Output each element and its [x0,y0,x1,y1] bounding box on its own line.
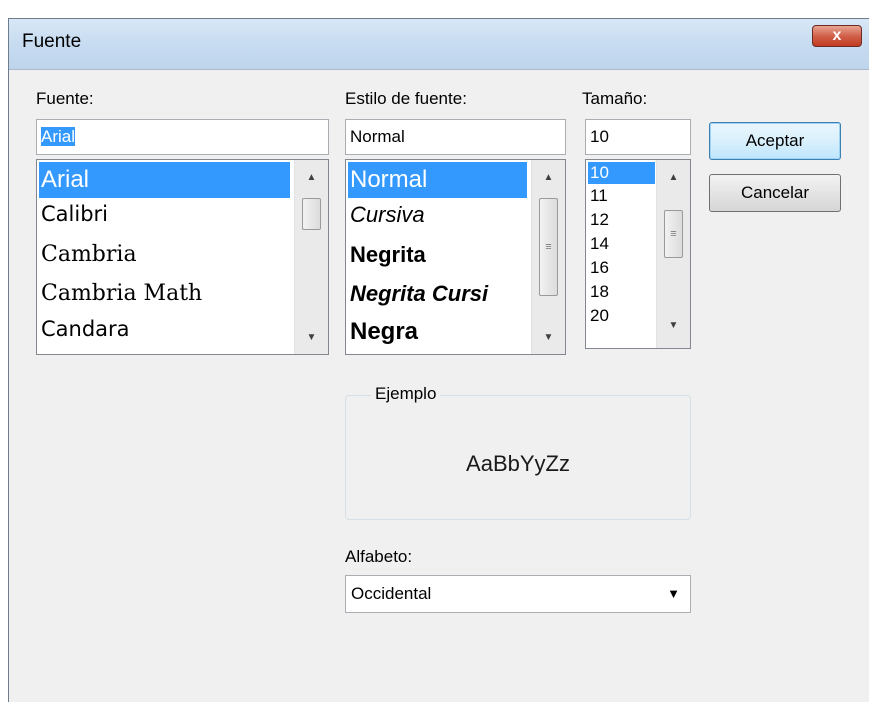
font-input[interactable]: Arial [36,119,329,155]
font-dialog: Fuente x Fuente: Arial Arial Calibri Cam… [8,18,869,702]
style-input[interactable]: Normal [345,119,566,155]
font-list[interactable]: Arial Calibri Cambria Cambria Math Canda… [36,159,329,355]
font-item-cambria[interactable]: Cambria [39,242,137,267]
size-item[interactable]: 10 [588,162,655,184]
size-item[interactable]: 14 [588,234,609,254]
font-item-calibri[interactable]: Calibri [39,202,108,226]
style-list[interactable]: Normal Cursiva Negrita Negrita Cursi Neg… [345,159,566,355]
close-button[interactable]: x [812,25,862,47]
chevron-down-icon[interactable]: ▼ [667,586,680,601]
scroll-thumb[interactable]: ≡ [539,198,558,296]
grip-icon: ≡ [670,228,677,240]
cancel-button[interactable]: Cancelar [709,174,841,212]
size-list-scrollbar[interactable]: ▲ ≡ ▼ [656,160,690,348]
sample-preview-text: AaBbYyZz [466,451,570,476]
scroll-up-icon[interactable]: ▲ [657,172,690,183]
font-input-value: Arial [41,127,76,146]
style-item-normal[interactable]: Normal [348,162,527,198]
style-item-bold[interactable]: Negrita [348,242,426,268]
ok-button[interactable]: Aceptar [709,122,841,160]
size-list[interactable]: 10 11 12 14 16 18 20 ▲ ≡ ▼ [585,159,691,349]
style-item-italic[interactable]: Cursiva [348,202,425,228]
font-item-cambria-math[interactable]: Cambria Math [39,281,202,306]
size-label: Tamaño: [582,89,648,108]
grip-icon: ≡ [545,241,552,253]
script-label: Alfabeto: [345,547,413,566]
scroll-up-icon[interactable]: ▲ [295,172,328,183]
size-item[interactable]: 16 [588,258,609,278]
script-select[interactable]: Occidental ▼ [345,575,691,613]
script-select-value: Occidental [351,584,432,603]
font-label: Fuente: [36,89,94,108]
style-list-scrollbar[interactable]: ▲ ≡ ▼ [531,160,565,354]
scroll-down-icon[interactable]: ▼ [532,332,565,343]
size-item[interactable]: 18 [588,282,609,302]
size-item[interactable]: 12 [588,210,609,230]
font-item-candara[interactable]: Candara [39,317,130,341]
style-label: Estilo de fuente: [345,89,467,108]
scroll-thumb[interactable] [302,198,321,230]
sample-caption: Ejemplo [371,384,441,404]
style-item-bold-italic[interactable]: Negrita Cursi [348,281,488,307]
style-item-black[interactable]: Negra [348,318,418,346]
scroll-up-icon[interactable]: ▲ [532,172,565,183]
dialog-title: Fuente [22,31,82,52]
font-list-scrollbar[interactable]: ▲ ▼ [294,160,328,354]
scroll-thumb[interactable]: ≡ [664,210,683,258]
size-item[interactable]: 11 [588,186,608,206]
size-item[interactable]: 20 [588,306,609,326]
close-icon: x [832,27,842,44]
size-input[interactable]: 10 [585,119,691,155]
scroll-down-icon[interactable]: ▼ [657,320,690,331]
scroll-down-icon[interactable]: ▼ [295,332,328,343]
font-item-arial[interactable]: Arial [39,162,290,198]
title-bar[interactable]: Fuente x [9,19,869,70]
